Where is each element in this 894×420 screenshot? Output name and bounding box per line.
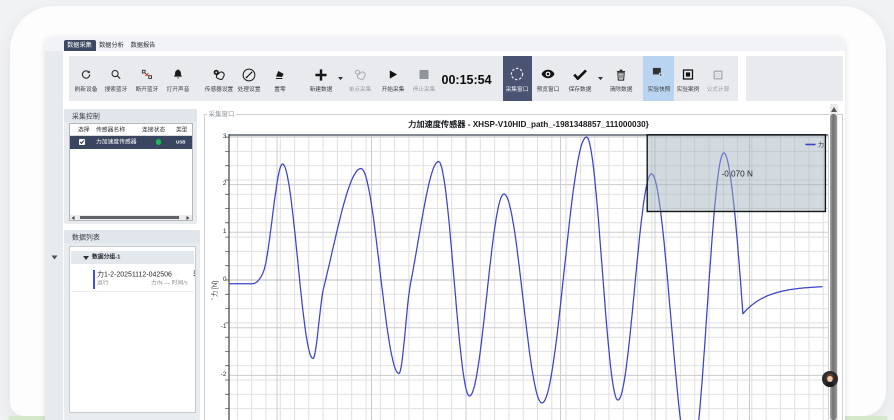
svg-text:力 [N]: 力 [N] <box>210 280 219 297</box>
svg-text:-0.070 N: -0.070 N <box>721 169 752 178</box>
svg-text:力: 力 <box>818 141 824 149</box>
